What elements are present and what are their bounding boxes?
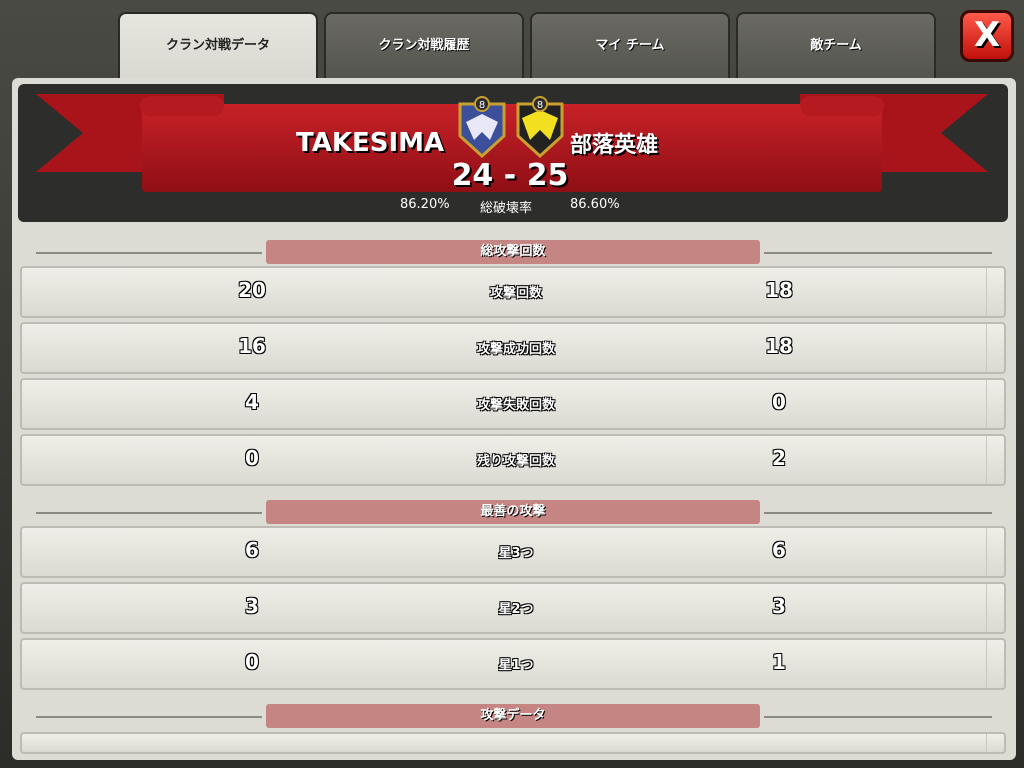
row-edge (986, 584, 1004, 632)
war-score: 24 - 25 (440, 158, 580, 193)
stat-row: 0 残り攻撃回数 2 (20, 434, 1006, 486)
stat-row-partial (20, 732, 1006, 754)
stat-row: 6 星3つ 6 (20, 526, 1006, 578)
section-divider (764, 716, 992, 718)
stat-label: 残り攻撃回数 (476, 454, 555, 469)
right-badge-level: 8 (537, 100, 543, 111)
row-edge (986, 436, 1004, 484)
ribbon-curl-left (140, 96, 224, 116)
stat-left-value: 20 (238, 278, 266, 302)
stat-right-value: 0 (772, 390, 786, 414)
stat-row: 16 攻撃成功回数 18 (20, 322, 1006, 374)
stat-right-value: 6 (772, 538, 786, 562)
stat-label: 攻撃回数 (489, 286, 542, 301)
tab-clan-war-history[interactable]: クラン対戦履歴 (324, 12, 524, 78)
section-divider (36, 252, 262, 254)
section-divider (36, 512, 262, 514)
stat-row: 0 星1つ 1 (20, 638, 1006, 690)
ribbon-curl-right (800, 96, 884, 116)
destruction-label: 総破壊率 (480, 201, 533, 216)
section-title-attack-data: 攻撃データ (266, 704, 760, 728)
stat-label: 星2つ (498, 602, 534, 617)
row-edge (986, 640, 1004, 688)
score-separator: - (503, 158, 517, 193)
stat-row: 20 攻撃回数 18 (20, 266, 1006, 318)
section-divider (764, 512, 992, 514)
stat-row: 4 攻撃失敗回数 0 (20, 378, 1006, 430)
row-edge (986, 324, 1004, 372)
left-stars: 24 (451, 158, 494, 193)
tab-clan-war-data[interactable]: クラン対戦データ (118, 12, 318, 82)
destruction-row: 86.20% 総破壊率 86.60% (396, 197, 636, 216)
stat-label: 星3つ (498, 546, 534, 561)
stat-label: 星1つ (498, 658, 534, 673)
row-edge (986, 380, 1004, 428)
right-destruction: 86.60% (570, 197, 620, 212)
stat-right-value: 2 (772, 446, 786, 470)
row-edge (986, 528, 1004, 576)
stat-right-value: 1 (772, 650, 786, 674)
stat-label: 攻撃成功回数 (476, 342, 555, 357)
tab-enemy-team[interactable]: 敵チーム (736, 12, 936, 78)
stat-row: 3 星2つ 3 (20, 582, 1006, 634)
stat-left-value: 6 (245, 538, 259, 562)
right-clan-badge-icon[interactable]: 8 (512, 96, 568, 158)
left-badge-level: 8 (479, 100, 485, 111)
close-button[interactable]: X (960, 10, 1014, 62)
stat-right-value: 18 (765, 278, 793, 302)
left-clan-name: TAKESIMA (296, 128, 445, 158)
row-edge (986, 734, 1004, 752)
stat-left-value: 4 (245, 390, 259, 414)
section-divider (764, 252, 992, 254)
stat-right-value: 3 (772, 594, 786, 618)
stat-left-value: 3 (245, 594, 259, 618)
stat-label: 攻撃失敗回数 (476, 398, 555, 413)
section-title-best-attacks: 最善の攻撃 (266, 500, 760, 524)
section-divider (36, 716, 262, 718)
row-edge (986, 268, 1004, 316)
left-destruction: 86.20% (400, 197, 450, 212)
right-stars: 25 (526, 158, 569, 193)
stat-left-value: 0 (245, 650, 259, 674)
section-title-total-attacks: 総攻撃回数 (266, 240, 760, 264)
right-clan-name: 部落英雄 (570, 133, 659, 158)
stat-right-value: 18 (765, 334, 793, 358)
stat-left-value: 0 (245, 446, 259, 470)
tab-my-team[interactable]: マイ チーム (530, 12, 730, 78)
left-clan-badge-icon[interactable]: 8 (454, 96, 510, 158)
stat-left-value: 16 (238, 334, 266, 358)
